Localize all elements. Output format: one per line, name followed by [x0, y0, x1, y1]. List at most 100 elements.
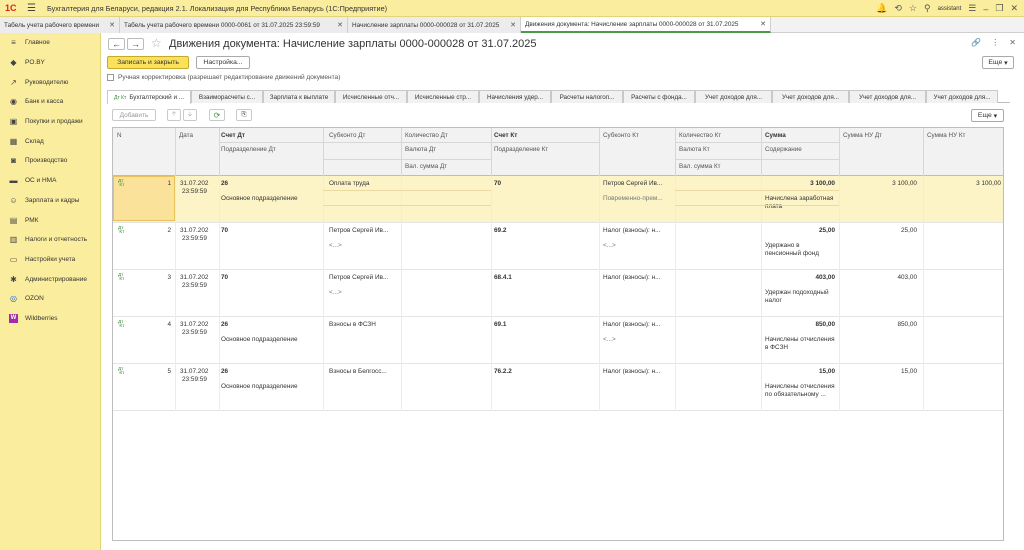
close-tab-icon[interactable]: ✕ [109, 21, 115, 29]
restore-icon[interactable]: ❐ [995, 3, 1003, 14]
register-tab[interactable]: Учет доходов для... [695, 90, 772, 103]
sidebar-item[interactable]: ◆ PO.BY [0, 53, 100, 73]
close-icon[interactable]: ✕ [1010, 3, 1018, 14]
register-tab[interactable]: Учет доходов для... [849, 90, 926, 103]
truck-icon: ▬ [9, 176, 18, 186]
bell-icon[interactable]: 🔔 [876, 3, 887, 14]
table-row[interactable]: Дт Кт 5 31.07.202 23:59:59 26 Основное подраз… [113, 364, 1003, 411]
register-tab[interactable]: Зарплата к выплате [263, 90, 335, 103]
row-schet-kt: 68.4.1 [494, 274, 512, 281]
row-date: 31.07.202 [180, 368, 209, 375]
column-divider [675, 128, 676, 176]
register-tab[interactable]: Расчеты налогоп... [551, 90, 623, 103]
column-divider [323, 176, 324, 223]
save-close-button[interactable]: Записать и закрыть [107, 56, 189, 69]
chart-icon: ▥ [9, 235, 18, 245]
move-down-button[interactable]: 🡣 [183, 109, 197, 121]
settings-button[interactable]: Настройка... [196, 56, 250, 69]
sidebar-item-label: Налоги и отчетность [25, 236, 88, 244]
more-button-top[interactable]: Еще ▾ [982, 56, 1014, 69]
table-row[interactable]: Дт Кт 4 31.07.202 23:59:59 26 Основное подраз… [113, 317, 1003, 364]
sidebar-item[interactable]: ✱ Администрирование [0, 269, 100, 289]
sidebar-item-label: Банк и касса [25, 98, 64, 106]
register-tab[interactable]: Начисления удер... [479, 90, 551, 103]
open-tab[interactable]: Табель учета рабочего времени 0000-0061 … [120, 17, 348, 33]
sidebar-item[interactable]: ▤ РМК [0, 210, 100, 230]
more-button-table[interactable]: Еще ▾ [971, 109, 1004, 122]
column-divider [219, 317, 220, 364]
sidebar-item-label: OZON [25, 295, 44, 303]
register-tab[interactable]: Учет доходов для... [772, 90, 849, 103]
search-icon[interactable]: ⚲ [924, 3, 931, 14]
row-divider [675, 190, 839, 191]
sidebar-item[interactable]: ↗ Руководителю [0, 72, 100, 92]
table-row[interactable]: Дт Кт 1 31.07.202 23:59:59 26 Основное подраз… [113, 176, 1003, 223]
sidebar-item[interactable]: ◎ OZON [0, 289, 100, 309]
tag-icon: ◆ [10, 58, 17, 68]
sidebar: ≡ Главное ◆ PO.BY ↗ Руководителю ◉ Банк и касса… [0, 33, 101, 550]
people-icon: ☺ [9, 195, 18, 205]
header-divider [675, 159, 839, 160]
column-divider [761, 176, 762, 223]
column-divider [923, 364, 924, 411]
sidebar-item[interactable]: ▭ Настройки учета [0, 250, 100, 270]
row-subkonto-dt: Петров Сергей Ив... [329, 227, 389, 234]
main-menu-icon[interactable]: ☰ [27, 3, 39, 14]
sidebar-item[interactable]: W Wildberries [0, 309, 100, 329]
table-row[interactable]: Дт Кт 2 31.07.202 23:59:59 70 Петров Сергей И… [113, 223, 1003, 270]
register-tab[interactable]: Исчисленные стр... [407, 90, 479, 103]
manual-correction-checkbox[interactable]: Ручная корректировка (разрешает редактир… [107, 74, 340, 81]
row-subkonto-dt: Петров Сергей Ив... [329, 274, 389, 281]
row-schet-kt: 69.1 [494, 321, 507, 328]
open-tab[interactable]: Начисление зарплаты 0000-000028 от 31.07… [348, 17, 521, 33]
sidebar-item[interactable]: ◉ Банк и касса [0, 92, 100, 112]
row-date: 31.07.202 [180, 227, 209, 234]
register-tab[interactable]: Дт Кт Бухгалтерский и ... [107, 90, 191, 104]
checkbox-box[interactable] [107, 74, 114, 81]
close-tab-icon[interactable]: ✕ [510, 21, 516, 29]
register-tab[interactable]: Взаиморасчеты с... [191, 90, 263, 103]
sidebar-item[interactable]: ▥ Налоги и отчетность [0, 230, 100, 250]
column-divider [839, 176, 840, 223]
sidebar-item[interactable]: ◙ Производство [0, 151, 100, 171]
sidebar-item[interactable]: ▬ ОС и НМА [0, 171, 100, 191]
close-tab-icon[interactable]: ✕ [760, 20, 766, 28]
more-vert-icon[interactable]: ⋮ [991, 38, 999, 47]
entry-icon: Дт Кт [118, 273, 125, 282]
minimize-icon[interactable]: – [983, 4, 988, 14]
export-icon[interactable]: ⎘ [236, 109, 252, 121]
header-valuta-kt: Валюта Кт [679, 146, 710, 153]
row-summa: 850,00 [815, 321, 835, 328]
register-icon: ▤ [9, 215, 18, 225]
close-tab-icon[interactable]: ✕ [337, 21, 343, 29]
move-up-button[interactable]: 🡡 [167, 109, 181, 121]
register-tab[interactable]: Учет доходов для... [926, 90, 998, 103]
row-divider [323, 205, 491, 206]
settings-menu-icon[interactable]: ☰ [968, 3, 976, 14]
open-tab[interactable]: Табель учета рабочего времени ✕ [0, 17, 120, 33]
star-icon[interactable]: ☆ [909, 3, 917, 14]
link-icon[interactable]: 🔗 [971, 38, 981, 47]
sidebar-item-label: Настройки учета [25, 255, 76, 263]
sidebar-item-label: Администрирование [25, 275, 87, 283]
sidebar-item[interactable]: ☺ Зарплата и кадры [0, 191, 100, 211]
sidebar-item[interactable]: ▦ Склад [0, 131, 100, 151]
table-row[interactable]: Дт Кт 3 31.07.202 23:59:59 70 Петров Сергей И… [113, 270, 1003, 317]
add-button[interactable]: Добавить [112, 109, 156, 121]
favorite-star-icon[interactable]: ☆ [151, 36, 162, 50]
open-tab-active[interactable]: Движения документа: Начисление зарплаты … [521, 17, 771, 33]
register-tab[interactable]: Исчисленные отч... [335, 90, 407, 103]
refresh-icon[interactable]: ⟳ [209, 109, 225, 121]
back-button[interactable]: ← [108, 38, 125, 50]
column-divider [401, 364, 402, 411]
register-tab[interactable]: Расчеты с фонда... [623, 90, 695, 103]
column-divider [175, 176, 176, 223]
user-name[interactable]: assistant [938, 6, 962, 12]
sidebar-item[interactable]: ≡ Главное [0, 33, 100, 53]
row-schet-dt: 26 [221, 321, 229, 328]
forward-button[interactable]: → [127, 38, 144, 50]
sidebar-item[interactable]: ▣ Покупки и продажи [0, 112, 100, 132]
history-icon[interactable]: ⟲ [894, 3, 902, 14]
close-form-icon[interactable]: ✕ [1009, 38, 1016, 47]
column-divider [839, 223, 840, 270]
